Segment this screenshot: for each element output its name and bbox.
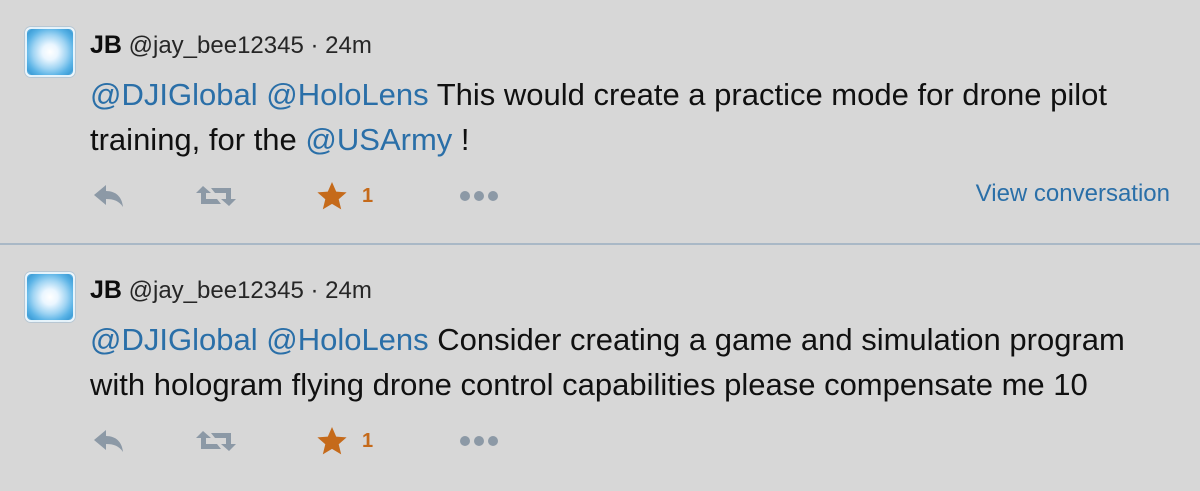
retweet-button[interactable]	[195, 421, 237, 461]
star-icon	[317, 427, 347, 455]
reply-icon	[94, 185, 123, 207]
tweet-text: @DJIGlobal @HoloLens This would create a…	[90, 72, 1180, 162]
tweet-header: JB @jay_bee12345 · 24m	[90, 275, 372, 306]
avatar[interactable]	[25, 27, 75, 77]
tweet-actions: 1	[0, 421, 1200, 461]
separator: ·	[310, 32, 319, 59]
user-name[interactable]: JB	[90, 31, 122, 59]
star-icon	[317, 182, 347, 210]
reply-button[interactable]	[92, 176, 126, 216]
more-icon	[460, 191, 498, 201]
more-button[interactable]	[458, 176, 500, 216]
tweet-actions: 1 View conversation	[0, 176, 1200, 216]
more-icon	[460, 436, 498, 446]
tweet-text: @DJIGlobal @HoloLens Consider creating a…	[90, 317, 1180, 407]
favorite-button[interactable]: 1	[316, 176, 373, 216]
user-handle[interactable]: @jay_bee12345	[129, 277, 304, 304]
reply-button[interactable]	[92, 421, 126, 461]
timestamp[interactable]: 24m	[325, 277, 372, 304]
mention-link[interactable]: @USArmy	[305, 122, 452, 157]
tweet-header: JB @jay_bee12345 · 24m	[90, 30, 372, 61]
tweet[interactable]: JB @jay_bee12345 · 24m @DJIGlobal @HoloL…	[0, 245, 1200, 491]
mention-link[interactable]: @HoloLens	[266, 77, 428, 112]
user-handle[interactable]: @jay_bee12345	[129, 32, 304, 59]
favorite-count: 1	[362, 184, 374, 207]
mention-link[interactable]: @DJIGlobal	[90, 322, 258, 357]
retweet-button[interactable]	[195, 176, 237, 216]
timestamp[interactable]: 24m	[325, 32, 372, 59]
favorite-button[interactable]: 1	[316, 421, 373, 461]
reply-icon	[94, 430, 123, 452]
retweet-icon	[196, 431, 236, 451]
favorite-count: 1	[362, 429, 374, 452]
more-button[interactable]	[458, 421, 500, 461]
mention-link[interactable]: @HoloLens	[266, 322, 428, 357]
user-name[interactable]: JB	[90, 276, 122, 304]
avatar[interactable]	[25, 272, 75, 322]
retweet-icon	[196, 186, 236, 206]
tweet[interactable]: JB @jay_bee12345 · 24m @DJIGlobal @HoloL…	[0, 0, 1200, 244]
tweet-body-end: !	[460, 122, 470, 157]
mention-link[interactable]: @DJIGlobal	[90, 77, 258, 112]
view-conversation-link[interactable]: View conversation	[976, 178, 1170, 210]
separator: ·	[310, 277, 319, 304]
